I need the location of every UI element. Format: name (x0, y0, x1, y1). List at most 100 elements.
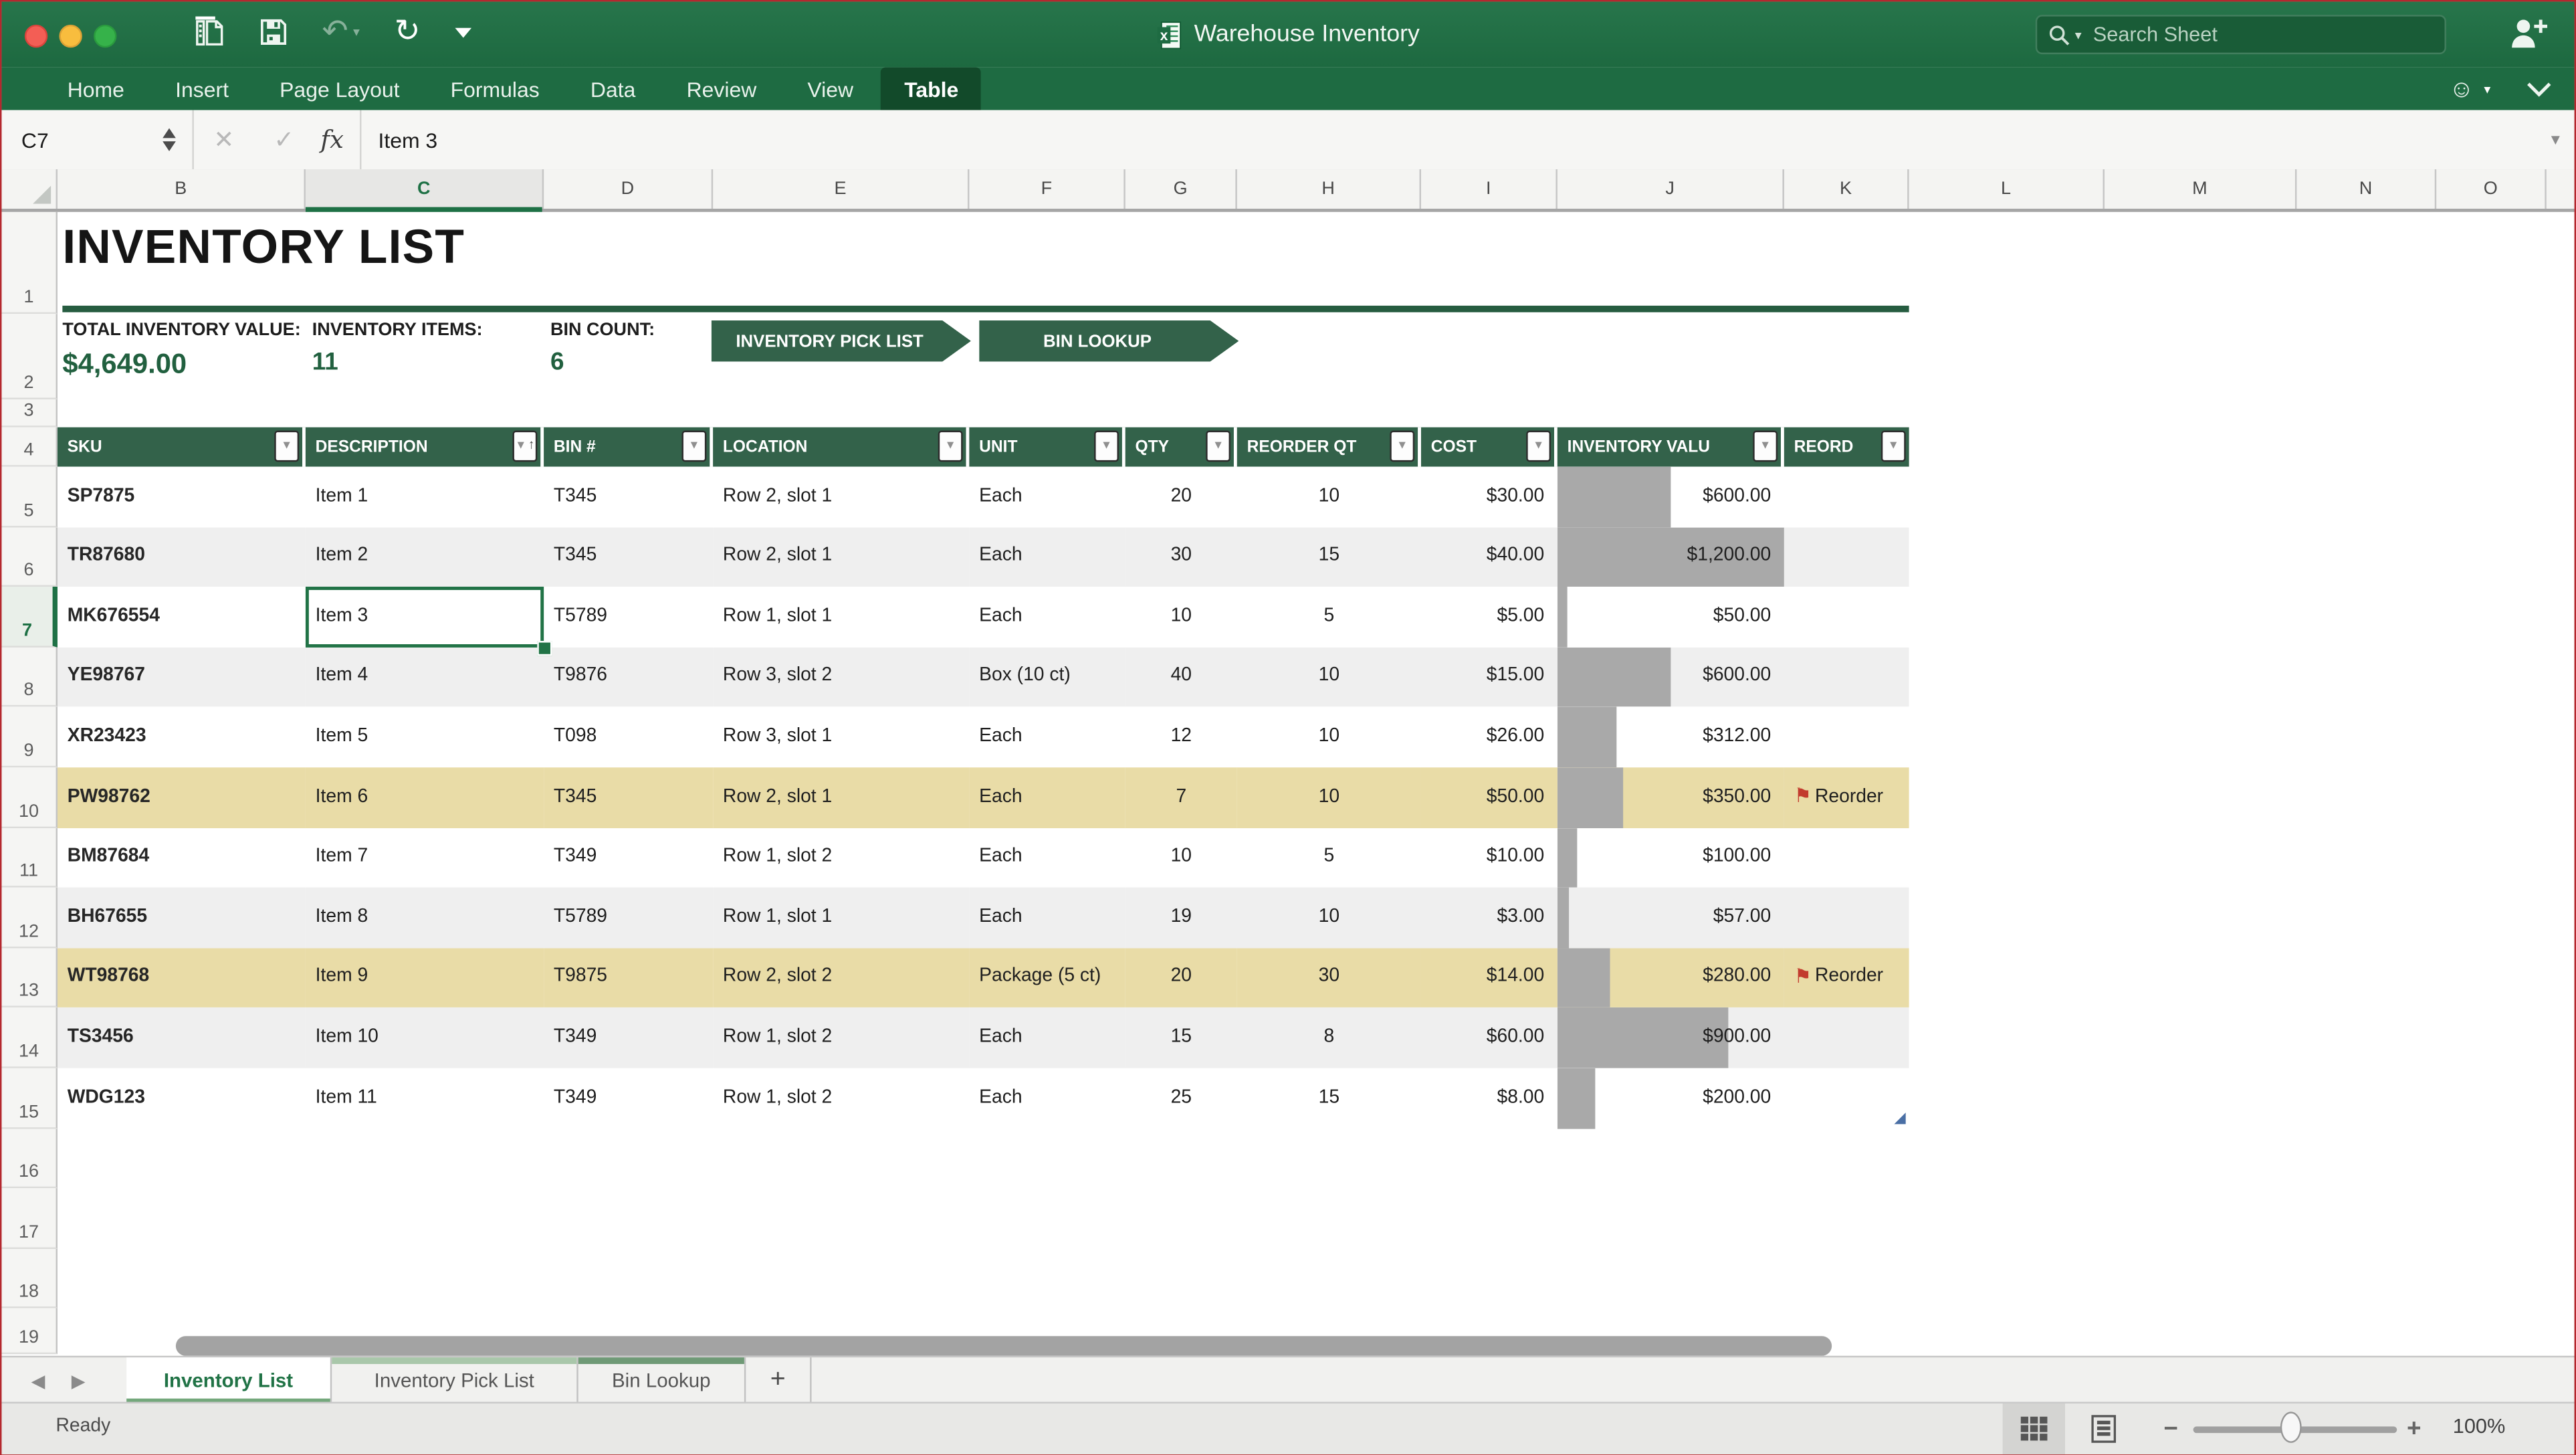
cell-unit[interactable]: Each (969, 1068, 1125, 1129)
collapse-ribbon-chevron-icon[interactable] (2527, 82, 2551, 96)
ribbon-tab-review[interactable]: Review (663, 68, 779, 110)
column-header-B[interactable]: B (58, 169, 306, 209)
column-header-N[interactable]: N (2296, 169, 2436, 209)
cell-bin[interactable]: T349 (544, 828, 713, 888)
table-resize-handle-icon[interactable] (1894, 1112, 1905, 1123)
select-all-corner[interactable] (1, 169, 58, 209)
cell-cost[interactable]: $60.00 (1421, 1008, 1558, 1068)
sheet-tab-inventory-list[interactable]: Inventory List (126, 1357, 332, 1403)
cell-sku[interactable]: XR23423 (58, 707, 306, 767)
cell-value[interactable]: $1,200.00 (1558, 527, 1784, 587)
row-header-12[interactable]: 12 (1, 888, 58, 948)
ribbon-tab-home[interactable]: Home (44, 68, 147, 110)
feedback-smiley-icon[interactable]: ☺▾ (2449, 75, 2490, 103)
cell-bin[interactable]: T9875 (544, 948, 713, 1008)
cell-qty[interactable]: 40 (1125, 647, 1237, 707)
close-window-button[interactable] (25, 25, 47, 47)
add-sheet-button[interactable]: + (746, 1357, 811, 1403)
normal-view-button[interactable] (2003, 1403, 2065, 1454)
fill-handle[interactable] (537, 641, 552, 656)
prev-sheet-arrow-icon[interactable]: ◀ (31, 1370, 45, 1391)
column-header-M[interactable]: M (2105, 169, 2296, 209)
row-header-4[interactable]: 4 (1, 427, 58, 467)
cell-unit[interactable]: Each (969, 587, 1125, 647)
cell-reorder[interactable] (1784, 647, 1909, 707)
cell-location[interactable]: Row 2, slot 2 (713, 948, 969, 1008)
cell-description[interactable]: Item 9 (306, 948, 544, 1008)
cell-sku[interactable]: WT98768 (58, 948, 306, 1008)
row-header-5[interactable]: 5 (1, 467, 58, 527)
cell-unit[interactable]: Package (5 ct) (969, 948, 1125, 1008)
zoom-window-button[interactable] (94, 25, 116, 47)
table-header-bin-[interactable]: BIN #▼ (544, 427, 713, 467)
stat-label[interactable]: BIN COUNT: (550, 320, 655, 340)
sheet-title-cell[interactable]: INVENTORY LIST (62, 222, 465, 276)
cell-value[interactable]: $200.00 (1558, 1068, 1784, 1129)
cell-reorder[interactable] (1784, 1068, 1909, 1129)
filter-dropdown-icon[interactable]: ▼ (682, 431, 707, 462)
cell-location[interactable]: Row 1, slot 1 (713, 888, 969, 948)
row-header-8[interactable]: 8 (1, 647, 58, 707)
row-header-19[interactable]: 19 (1, 1308, 58, 1355)
column-header-H[interactable]: H (1237, 169, 1421, 209)
cell-description[interactable]: Item 6 (306, 767, 544, 828)
cell-unit[interactable]: Each (969, 707, 1125, 767)
nav-button-bin-lookup[interactable]: BIN LOOKUP (979, 320, 1239, 361)
cell-value[interactable]: $57.00 (1558, 888, 1784, 948)
share-person-add-icon[interactable] (2508, 17, 2548, 50)
cell-qty[interactable]: 25 (1125, 1068, 1237, 1129)
cell-bin[interactable]: T349 (544, 1008, 713, 1068)
cell-sku[interactable]: BH67655 (58, 888, 306, 948)
cell-reorder_qty[interactable]: 5 (1237, 828, 1421, 888)
table-header-cost[interactable]: COST▼ (1421, 427, 1558, 467)
cell-sku[interactable]: TR87680 (58, 527, 306, 587)
column-header-K[interactable]: K (1784, 169, 1909, 209)
save-icon[interactable] (259, 18, 288, 46)
cell-location[interactable]: Row 3, slot 2 (713, 647, 969, 707)
cell-cost[interactable]: $10.00 (1421, 828, 1558, 888)
row-header-3[interactable]: 3 (1, 399, 58, 427)
cell-description[interactable]: Item 10 (306, 1008, 544, 1068)
stat-value[interactable]: 6 (550, 349, 655, 377)
zoom-slider-thumb[interactable] (2280, 1412, 2302, 1443)
toolbar-options-icon[interactable] (455, 27, 471, 37)
row-header-2[interactable]: 2 (1, 314, 58, 399)
cell-location[interactable]: Row 1, slot 2 (713, 1068, 969, 1129)
cancel-entry-icon[interactable]: ✕ (213, 125, 234, 155)
cell-qty[interactable]: 12 (1125, 707, 1237, 767)
column-header-D[interactable]: D (544, 169, 713, 209)
table-header-location[interactable]: LOCATION▼ (713, 427, 969, 467)
column-header-F[interactable]: F (969, 169, 1125, 209)
cell-sku[interactable]: TS3456 (58, 1008, 306, 1068)
search-sheet-input[interactable]: ▾ Search Sheet (2036, 15, 2446, 54)
cell-qty[interactable]: 20 (1125, 467, 1237, 527)
cell-reorder_qty[interactable]: 10 (1237, 647, 1421, 707)
table-header-sku[interactable]: SKU▼ (58, 427, 306, 467)
row-header-1[interactable]: 1 (1, 212, 58, 314)
table-header-reorder-qt[interactable]: REORDER QT▼ (1237, 427, 1421, 467)
row-header-15[interactable]: 15 (1, 1068, 58, 1129)
search-scope-chevron-icon[interactable]: ▾ (2075, 27, 2082, 42)
cell-bin[interactable]: T9876 (544, 647, 713, 707)
next-sheet-arrow-icon[interactable]: ▶ (72, 1370, 86, 1391)
cell-description[interactable]: Item 5 (306, 707, 544, 767)
cell-cost[interactable]: $30.00 (1421, 467, 1558, 527)
cell-bin[interactable]: T5789 (544, 888, 713, 948)
cell-cost[interactable]: $3.00 (1421, 888, 1558, 948)
filter-dropdown-icon[interactable]: ▼ (1881, 431, 1906, 462)
column-header-E[interactable]: E (713, 169, 969, 209)
cell-cost[interactable]: $15.00 (1421, 647, 1558, 707)
cell-reorder_qty[interactable]: 8 (1237, 1008, 1421, 1068)
cell-sku[interactable]: YE98767 (58, 647, 306, 707)
cell-reorder[interactable] (1784, 828, 1909, 888)
redo-icon[interactable]: ↻ (394, 17, 420, 48)
row-header-16[interactable]: 16 (1, 1129, 58, 1189)
cell-location[interactable]: Row 2, slot 1 (713, 467, 969, 527)
cell-bin[interactable]: T345 (544, 467, 713, 527)
column-header-I[interactable]: I (1421, 169, 1558, 209)
column-header-O[interactable]: O (2436, 169, 2547, 209)
cell-reorder[interactable] (1784, 707, 1909, 767)
ribbon-tab-table[interactable]: Table (881, 68, 982, 110)
ribbon-tab-formulas[interactable]: Formulas (427, 68, 562, 110)
cell-reorder_qty[interactable]: 15 (1237, 527, 1421, 587)
